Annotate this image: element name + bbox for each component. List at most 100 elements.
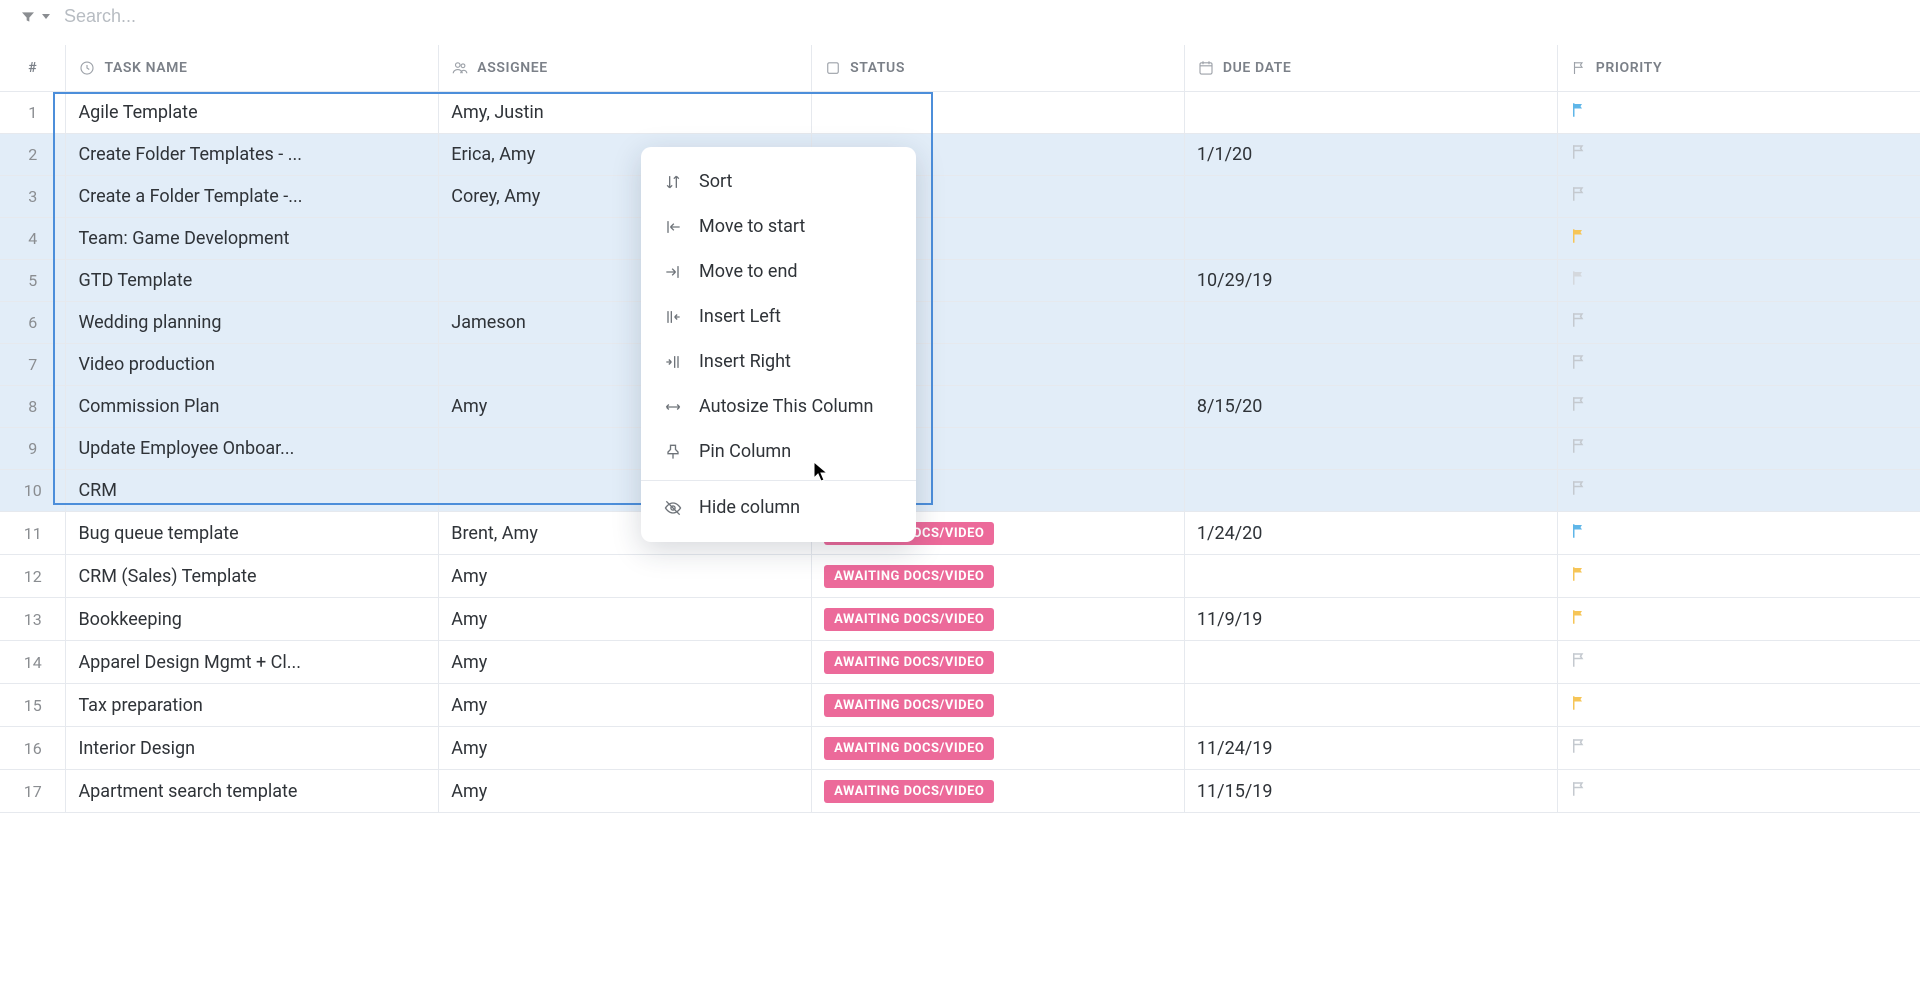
cell-task-name[interactable]: Bookkeeping (66, 598, 439, 641)
column-header-task-name[interactable]: TASK NAME (66, 45, 439, 92)
cell-priority[interactable] (1557, 344, 1920, 386)
cell-task-name[interactable]: Agile Template (66, 92, 439, 134)
cell-priority[interactable] (1557, 218, 1920, 260)
column-header-status[interactable]: STATUS (812, 45, 1185, 92)
cell-due-date[interactable] (1184, 428, 1557, 470)
cell-due-date[interactable]: 1/1/20 (1184, 134, 1557, 176)
row-number[interactable]: 6 (0, 302, 66, 344)
row-number[interactable]: 2 (0, 134, 66, 176)
row-number[interactable]: 14 (0, 641, 66, 684)
cell-due-date[interactable] (1184, 555, 1557, 598)
row-number[interactable]: 4 (0, 218, 66, 260)
table-row[interactable]: 11Bug queue templateBrent, AmyAWAITING D… (0, 512, 1920, 555)
table-row[interactable]: 17Apartment search templateAmyAWAITING D… (0, 770, 1920, 813)
table-row[interactable]: 12CRM (Sales) TemplateAmyAWAITING DOCS/V… (0, 555, 1920, 598)
cell-assignee[interactable]: Amy (439, 727, 812, 770)
cell-priority[interactable] (1557, 684, 1920, 727)
cell-task-name[interactable]: Commission Plan (66, 386, 439, 428)
cell-priority[interactable] (1557, 176, 1920, 218)
cell-priority[interactable] (1557, 302, 1920, 344)
cell-due-date[interactable]: 11/9/19 (1184, 598, 1557, 641)
row-number[interactable]: 3 (0, 176, 66, 218)
cell-status[interactable]: AWAITING DOCS/VIDEO (812, 598, 1185, 641)
row-number[interactable]: 10 (0, 470, 66, 512)
table-row[interactable]: 16Interior DesignAmyAWAITING DOCS/VIDEO1… (0, 727, 1920, 770)
menu-move-to-end[interactable]: Move to end (641, 249, 916, 294)
row-number[interactable]: 8 (0, 386, 66, 428)
cell-status[interactable]: AWAITING DOCS/VIDEO (812, 641, 1185, 684)
cell-status[interactable] (812, 92, 1185, 134)
cell-due-date[interactable]: 1/24/20 (1184, 512, 1557, 555)
row-number[interactable]: 7 (0, 344, 66, 386)
cell-task-name[interactable]: Bug queue template (66, 512, 439, 555)
cell-due-date[interactable]: 8/15/20 (1184, 386, 1557, 428)
cell-task-name[interactable]: Team: Game Development (66, 218, 439, 260)
table-row[interactable]: 14Apparel Design Mgmt + Cl...AmyAWAITING… (0, 641, 1920, 684)
menu-sort[interactable]: Sort (641, 159, 916, 204)
table-row[interactable]: 5GTD Template 10/29/19 (0, 260, 1920, 302)
table-row[interactable]: 10CRM (0, 470, 1920, 512)
cell-task-name[interactable]: Interior Design (66, 727, 439, 770)
cell-status[interactable]: AWAITING DOCS/VIDEO (812, 770, 1185, 813)
cell-due-date[interactable] (1184, 218, 1557, 260)
row-number[interactable]: 15 (0, 684, 66, 727)
cell-due-date[interactable] (1184, 302, 1557, 344)
cell-status[interactable]: AWAITING DOCS/VIDEO (812, 555, 1185, 598)
table-row[interactable]: 15Tax preparationAmyAWAITING DOCS/VIDEO (0, 684, 1920, 727)
row-number[interactable]: 5 (0, 260, 66, 302)
table-row[interactable]: 6Wedding planningJameson (0, 302, 1920, 344)
cell-status[interactable]: AWAITING DOCS/VIDEO (812, 684, 1185, 727)
table-row[interactable]: 13BookkeepingAmyAWAITING DOCS/VIDEO11/9/… (0, 598, 1920, 641)
table-row[interactable]: 8Commission PlanAmy8/15/20 (0, 386, 1920, 428)
cell-assignee[interactable]: Amy (439, 684, 812, 727)
menu-hide-column[interactable]: Hide column (641, 480, 916, 530)
cell-assignee[interactable]: Amy, Justin (439, 92, 812, 134)
column-header-assignee[interactable]: ASSIGNEE (439, 45, 812, 92)
table-row[interactable]: 9Update Employee Onboar... (0, 428, 1920, 470)
row-number[interactable]: 17 (0, 770, 66, 813)
cell-priority[interactable] (1557, 598, 1920, 641)
cell-task-name[interactable]: Update Employee Onboar... (66, 428, 439, 470)
cell-due-date[interactable] (1184, 176, 1557, 218)
cell-priority[interactable] (1557, 428, 1920, 470)
cell-task-name[interactable]: Wedding planning (66, 302, 439, 344)
cell-task-name[interactable]: Tax preparation (66, 684, 439, 727)
row-number[interactable]: 1 (0, 92, 66, 134)
cell-priority[interactable] (1557, 770, 1920, 813)
cell-task-name[interactable]: CRM (Sales) Template (66, 555, 439, 598)
filter-button[interactable] (20, 9, 50, 25)
cell-due-date[interactable] (1184, 641, 1557, 684)
column-header-due-date[interactable]: DUE DATE (1184, 45, 1557, 92)
cell-due-date[interactable] (1184, 92, 1557, 134)
cell-assignee[interactable]: Amy (439, 770, 812, 813)
table-row[interactable]: 1Agile TemplateAmy, Justin (0, 92, 1920, 134)
cell-due-date[interactable]: 11/15/19 (1184, 770, 1557, 813)
cell-due-date[interactable] (1184, 470, 1557, 512)
cell-task-name[interactable]: Create a Folder Template -... (66, 176, 439, 218)
cell-assignee[interactable]: Amy (439, 598, 812, 641)
cell-due-date[interactable]: 11/24/19 (1184, 727, 1557, 770)
cell-task-name[interactable]: Video production (66, 344, 439, 386)
cell-task-name[interactable]: Apparel Design Mgmt + Cl... (66, 641, 439, 684)
row-number[interactable]: 9 (0, 428, 66, 470)
menu-pin-column[interactable]: Pin Column (641, 429, 916, 474)
menu-insert-right[interactable]: Insert Right (641, 339, 916, 384)
cell-priority[interactable] (1557, 134, 1920, 176)
search-input[interactable] (64, 6, 464, 27)
menu-autosize-column[interactable]: Autosize This Column (641, 384, 916, 429)
cell-due-date[interactable]: 10/29/19 (1184, 260, 1557, 302)
table-row[interactable]: 7Video production (0, 344, 1920, 386)
cell-due-date[interactable] (1184, 344, 1557, 386)
cell-task-name[interactable]: Create Folder Templates - ... (66, 134, 439, 176)
row-number[interactable]: 13 (0, 598, 66, 641)
cell-priority[interactable] (1557, 470, 1920, 512)
row-number[interactable]: 11 (0, 512, 66, 555)
table-row[interactable]: 4Team: Game Development (0, 218, 1920, 260)
table-row[interactable]: 2Create Folder Templates - ...Erica, Amy… (0, 134, 1920, 176)
cell-priority[interactable] (1557, 260, 1920, 302)
menu-move-to-start[interactable]: Move to start (641, 204, 916, 249)
cell-due-date[interactable] (1184, 684, 1557, 727)
menu-insert-left[interactable]: Insert Left (641, 294, 916, 339)
cell-task-name[interactable]: GTD Template (66, 260, 439, 302)
table-row[interactable]: 3Create a Folder Template -...Corey, Amy (0, 176, 1920, 218)
